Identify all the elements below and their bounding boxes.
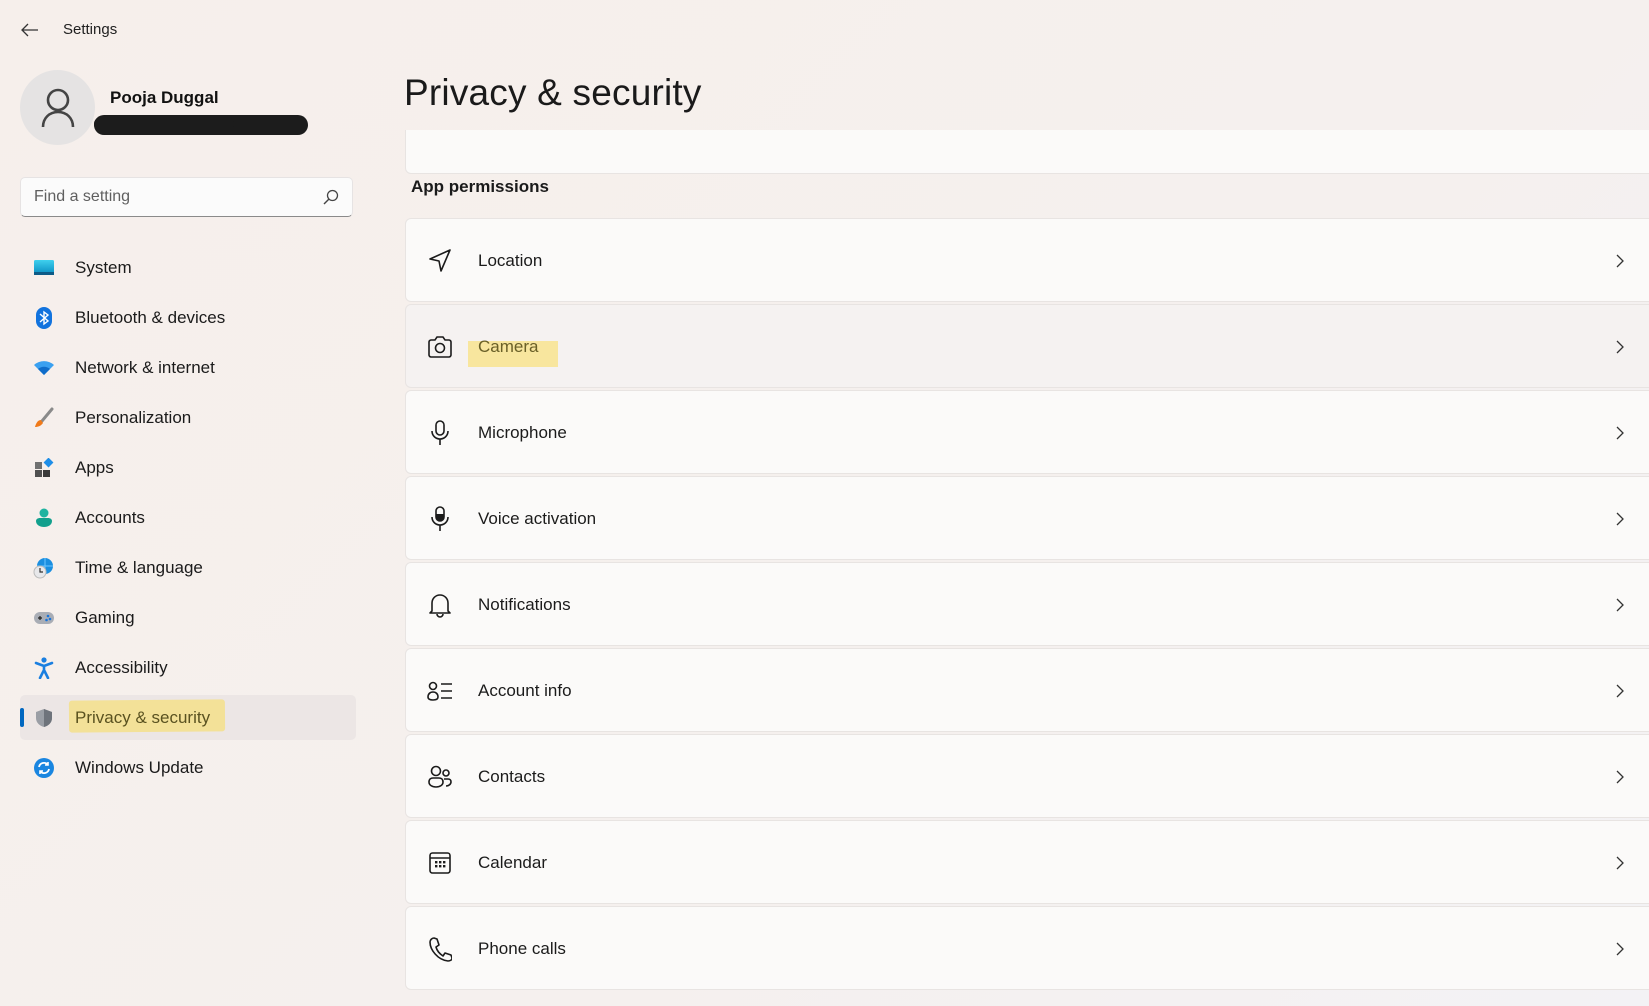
sidebar-nav: System Bluetooth & devices Network & int… (20, 245, 356, 795)
wifi-icon (33, 357, 55, 379)
sidebar-item-time-language[interactable]: Time & language (20, 545, 356, 590)
permission-item-notifications[interactable]: Notifications (405, 562, 1649, 646)
profile-name: Pooja Duggal (110, 88, 219, 107)
apps-icon (33, 457, 55, 479)
accounts-icon (33, 507, 55, 529)
sidebar-item-accessibility[interactable]: Accessibility (20, 645, 356, 690)
sidebar-item-label: Privacy & security (75, 708, 211, 727)
permission-label: Calendar (478, 853, 547, 872)
page-title: Privacy & security (404, 72, 702, 113)
bell-icon (427, 592, 453, 618)
permission-label: Camera (478, 337, 539, 356)
permission-label: Voice activation (478, 509, 597, 528)
permission-label: Account info (478, 681, 572, 700)
sidebar-item-label: Gaming (75, 608, 135, 627)
profile-email-redacted (94, 115, 308, 135)
sidebar-item-label: Personalization (75, 408, 192, 427)
permission-item-microphone[interactable]: Microphone (405, 390, 1649, 474)
contacts-icon (427, 764, 453, 790)
sidebar-item-label: Bluetooth & devices (75, 308, 226, 327)
location-icon (427, 248, 453, 274)
search-input[interactable] (21, 178, 324, 216)
chevron-right-icon (1616, 512, 1624, 526)
content-area: App permissions Location Camera Micropho… (405, 130, 1649, 1006)
sidebar-item-label: Apps (75, 458, 114, 477)
sidebar-item-network-internet[interactable]: Network & internet (20, 345, 356, 390)
permission-label: Notifications (478, 595, 571, 614)
system-icon (33, 257, 55, 279)
sidebar-item-apps[interactable]: Apps (20, 445, 356, 490)
bluetooth-icon (33, 307, 55, 329)
camera-icon (427, 334, 453, 360)
permission-label: Contacts (478, 767, 546, 786)
sidebar-item-personalization[interactable]: Personalization (20, 395, 356, 440)
permission-label: Microphone (478, 423, 567, 442)
windows-update-icon (33, 757, 55, 779)
search-icon[interactable] (322, 188, 340, 206)
microphone-icon (427, 420, 453, 446)
calendar-icon (427, 850, 453, 876)
sidebar-item-bluetooth-devices[interactable]: Bluetooth & devices (20, 295, 356, 340)
gamepad-icon (33, 607, 55, 629)
chevron-right-icon (1616, 254, 1624, 268)
chevron-right-icon (1616, 942, 1624, 956)
sidebar-item-label: Time & language (75, 558, 203, 577)
permission-item-voice-activation[interactable]: Voice activation (405, 476, 1649, 560)
chevron-right-icon (1616, 598, 1624, 612)
shield-icon (33, 707, 55, 729)
person-icon (41, 88, 74, 127)
permission-item-camera[interactable]: Camera (405, 304, 1649, 388)
permission-label: Phone calls (478, 939, 566, 958)
sidebar-item-label: Accessibility (75, 658, 168, 677)
user-profile[interactable]: Pooja Duggal (20, 70, 360, 146)
sidebar-item-label: Network & internet (75, 358, 215, 377)
permission-item-contacts[interactable]: Contacts (405, 734, 1649, 818)
voice-activation-icon (427, 506, 453, 532)
permission-item-calendar[interactable]: Calendar (405, 820, 1649, 904)
permission-item-account-info[interactable]: Account info (405, 648, 1649, 732)
sidebar-item-system[interactable]: System (20, 245, 356, 290)
account-info-icon (427, 678, 453, 704)
permission-label: Location (478, 251, 543, 270)
sidebar-item-gaming[interactable]: Gaming (20, 595, 356, 640)
sidebar-item-windows-update[interactable]: Windows Update (20, 745, 356, 790)
sidebar-item-accounts[interactable]: Accounts (20, 495, 356, 540)
sidebar-item-label: Windows Update (75, 758, 204, 777)
sidebar-item-label: System (75, 258, 132, 277)
chevron-right-icon (1616, 770, 1624, 784)
chevron-right-icon (1616, 340, 1624, 354)
clipped-card[interactable] (405, 130, 1649, 174)
selection-indicator (20, 708, 24, 727)
permission-item-location[interactable]: Location (405, 218, 1649, 302)
title-bar: Settings (0, 0, 400, 60)
sidebar-item-label: Accounts (75, 508, 145, 527)
chevron-right-icon (1616, 426, 1624, 440)
avatar[interactable] (20, 70, 95, 145)
time-language-icon (33, 557, 55, 579)
accessibility-icon (33, 657, 55, 679)
app-title: Settings (63, 21, 118, 38)
phone-icon (427, 936, 453, 962)
permission-item-phone-calls[interactable]: Phone calls (405, 906, 1649, 990)
sidebar-item-privacy-security[interactable]: Privacy & security (20, 695, 356, 740)
brush-icon (33, 407, 55, 429)
search-box[interactable] (20, 177, 353, 217)
chevron-right-icon (1616, 856, 1624, 870)
section-header: App permissions (411, 177, 549, 196)
arrow-left-icon (21, 23, 38, 37)
back-button[interactable] (16, 18, 44, 42)
chevron-right-icon (1616, 684, 1624, 698)
